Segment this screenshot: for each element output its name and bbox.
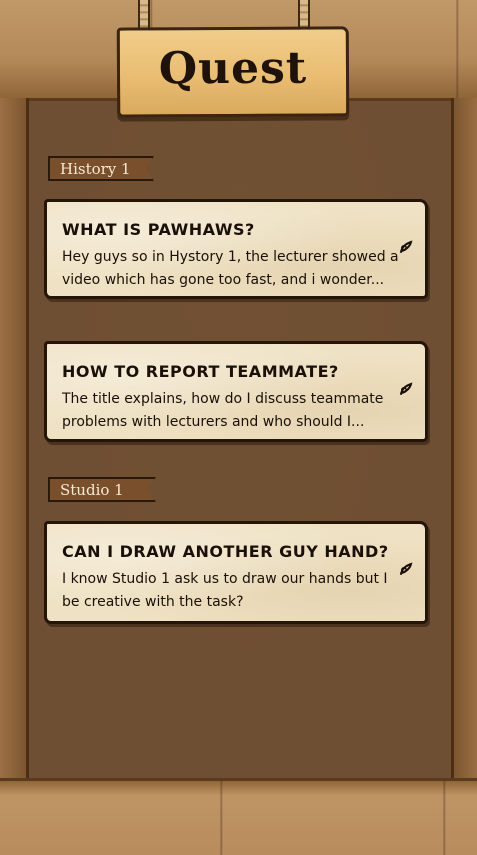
quest-preview: Hey guys so in Hystory 1, the lecturer s…	[62, 249, 399, 288]
quest-title: HOW TO REPORT TEAMMATE?	[62, 362, 339, 381]
quest-card[interactable]: CAN I DRAW ANOTHER GUY HAND? I know Stud…	[44, 521, 428, 624]
section-ribbon-history-1: History 1	[48, 156, 154, 181]
quest-sign: Quest	[116, 26, 350, 118]
quill-icon	[400, 562, 413, 575]
left-wood-post	[0, 98, 29, 778]
section-label: Studio 1	[60, 481, 124, 499]
quest-card[interactable]: HOW TO REPORT TEAMMATE? The title explai…	[44, 341, 428, 442]
quest-preview: I know Studio 1 ask us to draw our hands…	[62, 571, 388, 610]
quill-icon	[400, 240, 413, 253]
section-label: History 1	[60, 160, 131, 178]
quest-preview: The title explains, how do I discuss tea…	[62, 391, 384, 430]
quest-card[interactable]: WHAT IS PAWHAWS? Hey guys so in Hystory …	[44, 199, 428, 299]
page-title: Quest	[158, 42, 308, 95]
bottom-wood-beam	[0, 778, 477, 855]
section-ribbon-studio-1: Studio 1	[48, 477, 156, 502]
right-wood-post	[451, 98, 477, 778]
quill-icon	[400, 382, 413, 395]
quest-title: WHAT IS PAWHAWS?	[62, 220, 255, 239]
quest-title: CAN I DRAW ANOTHER GUY HAND?	[62, 542, 389, 561]
